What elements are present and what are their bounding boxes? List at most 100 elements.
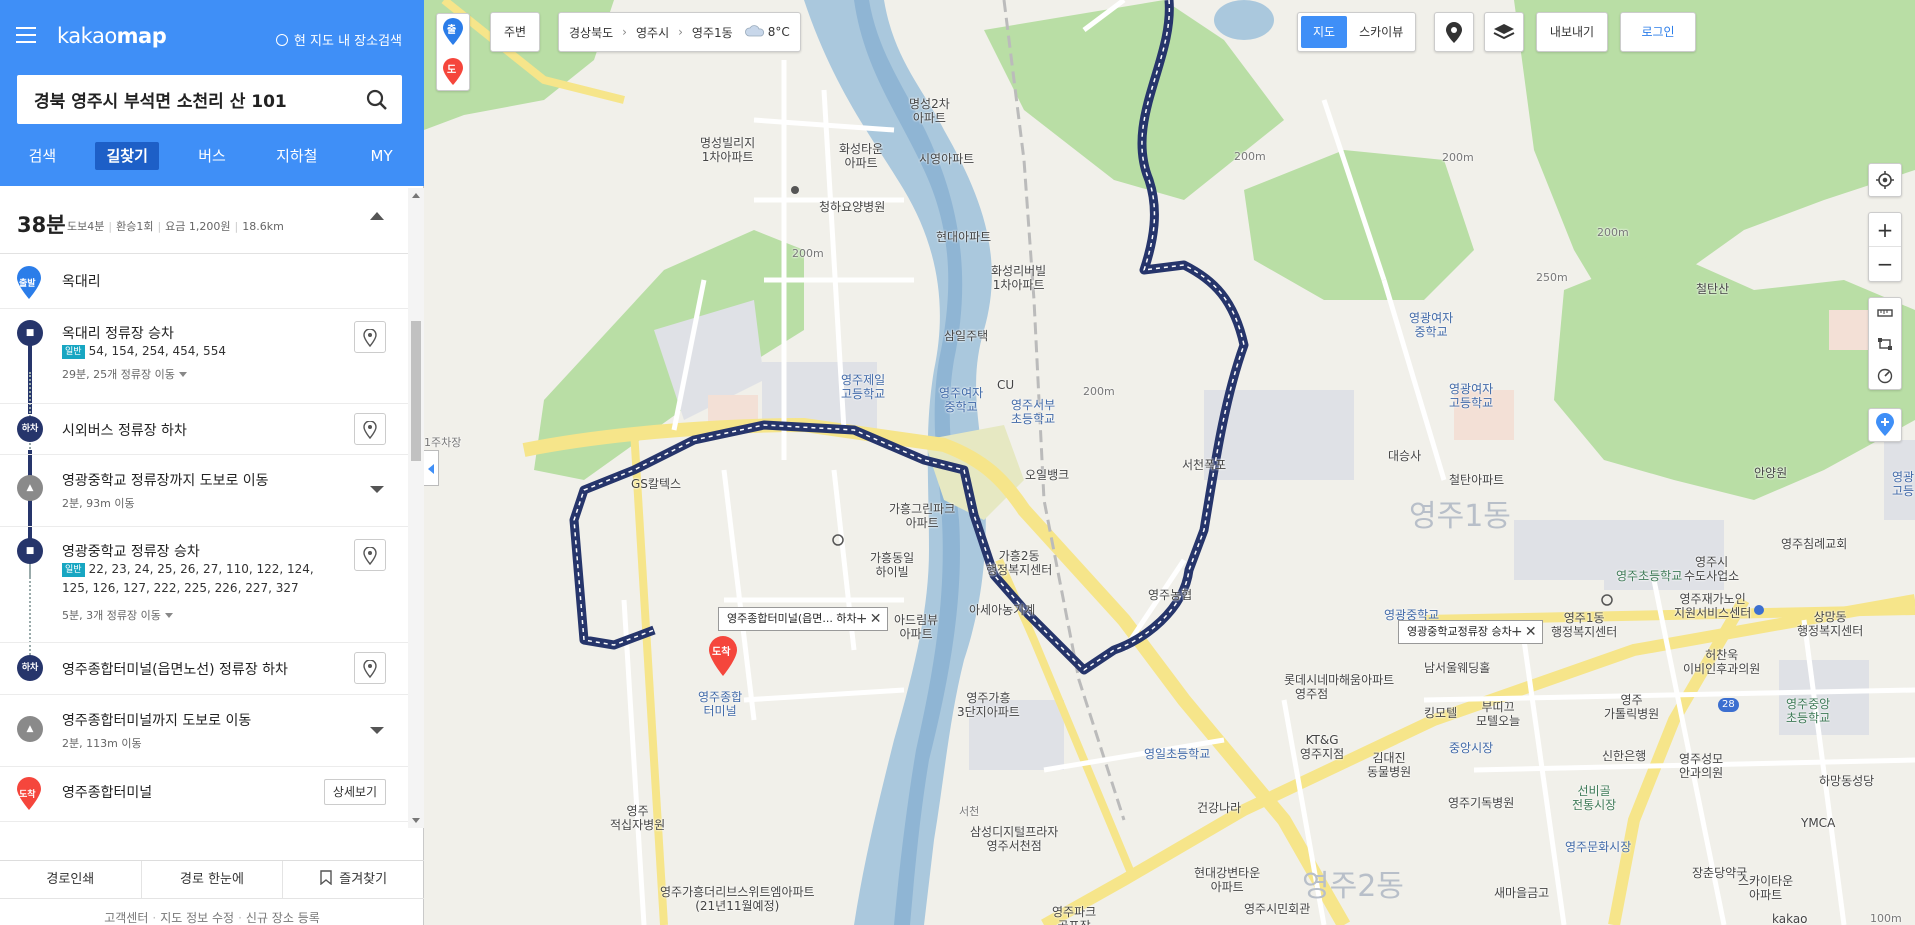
tab-bus[interactable]: 버스 xyxy=(170,140,255,172)
close-icon[interactable]: ✕ xyxy=(1524,621,1538,643)
zoom-out-button[interactable]: − xyxy=(1869,247,1901,281)
roadview-button[interactable] xyxy=(1434,12,1474,52)
place-label[interactable]: 영주서부 초등학교 xyxy=(1011,398,1055,426)
place-label[interactable]: 영광 고등 xyxy=(1892,470,1914,498)
place-label[interactable]: 남서울웨딩홀 xyxy=(1424,661,1490,675)
place-label[interactable]: 화성리버빌 1차아파트 xyxy=(991,264,1046,292)
layers-button[interactable] xyxy=(1484,12,1524,52)
place-label[interactable]: 영주1동 행정복지센터 xyxy=(1551,611,1617,639)
place-label[interactable]: 부띠끄 모텔오늘 xyxy=(1476,700,1520,728)
collapse-icon[interactable] xyxy=(370,212,384,220)
close-icon[interactable]: ✕ xyxy=(869,608,883,630)
add-place-button[interactable] xyxy=(1868,408,1902,442)
place-label[interactable]: 영주성모 안과의원 xyxy=(1679,752,1723,780)
place-label[interactable]: 해움아파트 xyxy=(1339,673,1394,687)
link-customer-center[interactable]: 고객센터 xyxy=(104,911,148,925)
place-label[interactable]: 영주재가노인 지원서비스센터 xyxy=(1674,592,1751,620)
place-label[interactable]: 영주중앙 초등학교 xyxy=(1786,697,1830,725)
place-label[interactable]: 신한은행 xyxy=(1602,749,1646,763)
breadcrumb-province[interactable]: 경상북도 xyxy=(569,24,613,41)
place-label[interactable]: 현대강변타운 아파트 xyxy=(1194,866,1260,894)
place-label[interactable]: 명성2차 아파트 xyxy=(909,97,950,125)
step-start[interactable]: 출발 옥대리 xyxy=(0,254,408,309)
step-sub[interactable]: 5분, 3개 정류장 이동 xyxy=(62,607,173,623)
place-label[interactable]: 삼일주택 xyxy=(944,329,988,343)
print-route-button[interactable]: 경로인쇄 xyxy=(0,861,142,898)
place-label[interactable]: 오일뱅크 xyxy=(1025,468,1069,482)
radio-icon[interactable] xyxy=(275,33,288,46)
step-sub[interactable]: 29분, 25개 정류장 이동 xyxy=(62,366,187,382)
place-label[interactable]: 영광여자 중학교 xyxy=(1409,311,1453,339)
place-label[interactable]: KT&G 영주지점 xyxy=(1300,733,1344,761)
login-button[interactable]: 로그인 xyxy=(1620,12,1696,52)
step-walk[interactable]: ▲ 영광중학교 정류장까지 도보로 이동 2분, 93m 이동 xyxy=(0,455,408,527)
place-label[interactable]: 대승사 xyxy=(1388,449,1421,463)
area-tool-button[interactable] xyxy=(1869,329,1901,360)
place-label[interactable]: 철탄산 xyxy=(1696,282,1729,296)
place-label[interactable]: YMCA xyxy=(1801,816,1835,830)
detail-button[interactable]: 상세보기 xyxy=(324,779,386,805)
place-label[interactable]: 스카이타운 아파트 xyxy=(1738,874,1793,902)
place-label[interactable]: 건강나라 xyxy=(1197,801,1241,815)
place-label[interactable]: 가흥2동 행정복지센터 xyxy=(986,549,1052,577)
place-label[interactable]: 현대아파트 xyxy=(936,230,991,244)
map-canvas[interactable]: 명성2차 아파트 명성빌리지 1차아파트 화성타운 아파트 시영아파트 청하요양병원 … xyxy=(424,0,1915,925)
zoom-in-button[interactable]: + xyxy=(1869,213,1901,247)
place-label[interactable]: 영주농협 xyxy=(1148,588,1192,602)
place-label[interactable]: 영일초등학교 xyxy=(1144,747,1210,761)
place-label[interactable]: 안양원 xyxy=(1754,466,1787,480)
place-label[interactable]: 시영아파트 xyxy=(919,152,974,166)
place-label[interactable]: 청하요양병원 xyxy=(819,200,885,214)
panel-collapse-button[interactable] xyxy=(424,450,439,486)
place-label[interactable]: 영주 가톨릭병원 xyxy=(1604,693,1659,721)
step-board-bus[interactable]: ■ 옥대리 정류장 승차 일반 54, 154, 254, 454, 554 29… xyxy=(0,309,408,404)
place-label[interactable]: 영주초등학교 xyxy=(1616,569,1682,583)
place-label[interactable]: 허찬욱 이비인후과의원 xyxy=(1683,648,1760,676)
local-search-toggle[interactable]: 현 지도 내 장소검색 xyxy=(275,30,402,49)
place-label[interactable]: 중앙시장 xyxy=(1449,741,1493,755)
link-map-edit[interactable]: 지도 정보 수정 xyxy=(160,911,234,925)
link-new-place[interactable]: 신규 장소 등록 xyxy=(246,911,320,925)
place-label[interactable]: 롯데시네마 영주점 xyxy=(1284,673,1339,701)
place-label[interactable]: 하망동성당 xyxy=(1819,774,1874,788)
menu-icon[interactable] xyxy=(16,27,36,43)
place-label[interactable]: CU xyxy=(997,378,1014,392)
place-label[interactable]: 영광여자 고등학교 xyxy=(1449,382,1493,410)
destination-pin-button[interactable]: 도 xyxy=(442,58,464,86)
step-alight-bus[interactable]: 하차 시외버스 정류장 하차 xyxy=(0,404,408,455)
kakaomap-logo[interactable]: kakaomap xyxy=(57,24,167,48)
place-label[interactable]: 영주기독병원 xyxy=(1448,796,1514,810)
place-label[interactable]: 영주가흥 3단지아파트 xyxy=(957,691,1020,719)
place-label[interactable]: 영주시 수도사업소 xyxy=(1684,555,1739,583)
breadcrumb-dong[interactable]: 영주1동 xyxy=(692,24,733,41)
hospital-marker[interactable] xyxy=(791,186,799,194)
place-label[interactable]: 가흥그린파크 아파트 xyxy=(889,502,955,530)
map-type-normal[interactable]: 지도 xyxy=(1301,16,1348,48)
place-label[interactable]: 킹모텔 xyxy=(1424,706,1457,720)
stop-popup-board[interactable]: 영광중학교정류장 승차 + ✕ xyxy=(1398,620,1543,644)
breadcrumb-city[interactable]: 영주시 xyxy=(636,24,669,41)
locate-button[interactable] xyxy=(354,539,386,571)
office-marker[interactable] xyxy=(1601,594,1613,606)
departure-pin-button[interactable]: 출 xyxy=(442,18,464,46)
scroll-down-icon[interactable] xyxy=(412,818,420,823)
place-label[interactable]: 영주가흥더리브스위트엠아파트 (21년11월예정) xyxy=(660,885,815,913)
place-label[interactable]: 영주 적십자병원 xyxy=(610,804,665,832)
search-icon[interactable] xyxy=(366,89,388,111)
search-input[interactable] xyxy=(17,75,357,124)
stop-popup-alight[interactable]: 영주종합터미널(읍면... 하차 + ✕ xyxy=(718,607,888,631)
expand-icon[interactable] xyxy=(370,727,384,734)
route-summary[interactable]: 38분 도보4분 | 환승1회 | 요금 1,200원 | 18.6km xyxy=(0,186,424,254)
place-label[interactable]: 새마을금고 xyxy=(1494,886,1549,900)
place-label[interactable]: 영주침례교회 xyxy=(1781,537,1847,551)
export-button[interactable]: 내보내기 xyxy=(1536,12,1608,52)
place-label[interactable]: 1주차장 xyxy=(424,436,461,450)
place-label[interactable]: GS칼텍스 xyxy=(631,477,681,491)
place-label[interactable]: 김대진 동물병원 xyxy=(1367,751,1411,779)
step-end[interactable]: 도착 영주종합터미널 상세보기 xyxy=(0,767,408,822)
place-label[interactable]: 영주제일 고등학교 xyxy=(841,373,885,401)
locate-button[interactable] xyxy=(354,413,386,445)
locate-button[interactable] xyxy=(354,321,386,353)
tab-directions[interactable]: 길찾기 xyxy=(85,140,170,172)
place-label[interactable]: 아세아농기계 xyxy=(969,603,1035,617)
